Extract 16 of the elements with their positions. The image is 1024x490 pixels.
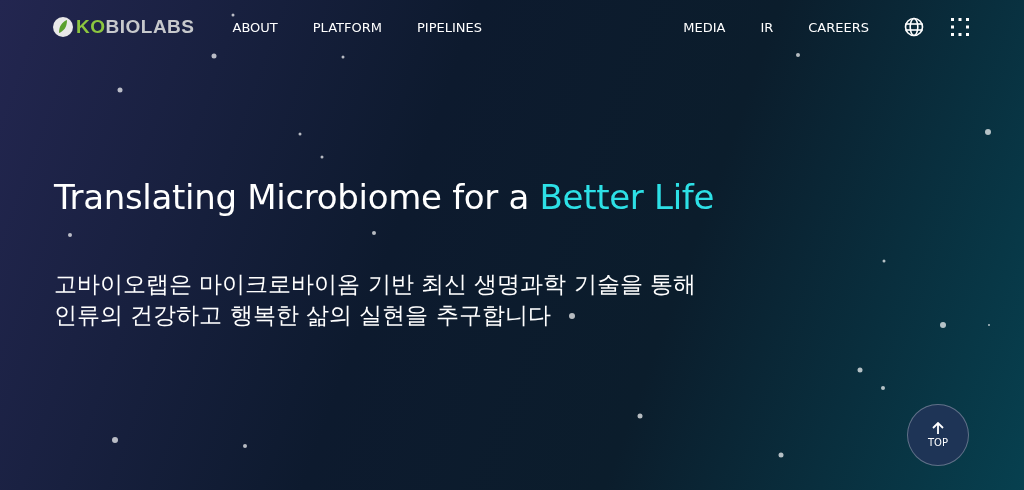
- nav-link[interactable]: MEDIA: [683, 19, 726, 35]
- nav-link[interactable]: ABOUT: [232, 15, 278, 39]
- hero-title: Translating Microbiome for a Better Life: [54, 177, 716, 217]
- hero-subtitle: 고바이오랩은 마이크로바이옴 기반 최신 생명과학 기술을 통해: [54, 271, 697, 298]
- logo-link[interactable]: KOBIOLABS: [53, 16, 195, 38]
- menu-icon[interactable]: [950, 17, 970, 37]
- globe-icon[interactable]: [904, 17, 924, 37]
- scroll-top-button[interactable]: TOP: [907, 404, 969, 466]
- nav-link[interactable]: CAREERS: [808, 19, 869, 35]
- hero-subtitle: 인류의 건강하고 행복한 삶의 실현을 추구합니다: [54, 302, 552, 329]
- nav-link[interactable]: PIPELINES: [416, 15, 482, 39]
- nav-link[interactable]: IR: [760, 19, 774, 35]
- nav-link[interactable]: PLATFORM: [312, 15, 382, 39]
- leaf-icon: [53, 17, 73, 37]
- arrow-up-icon: [932, 422, 944, 435]
- logo-text: KOBIOLABS: [76, 16, 195, 38]
